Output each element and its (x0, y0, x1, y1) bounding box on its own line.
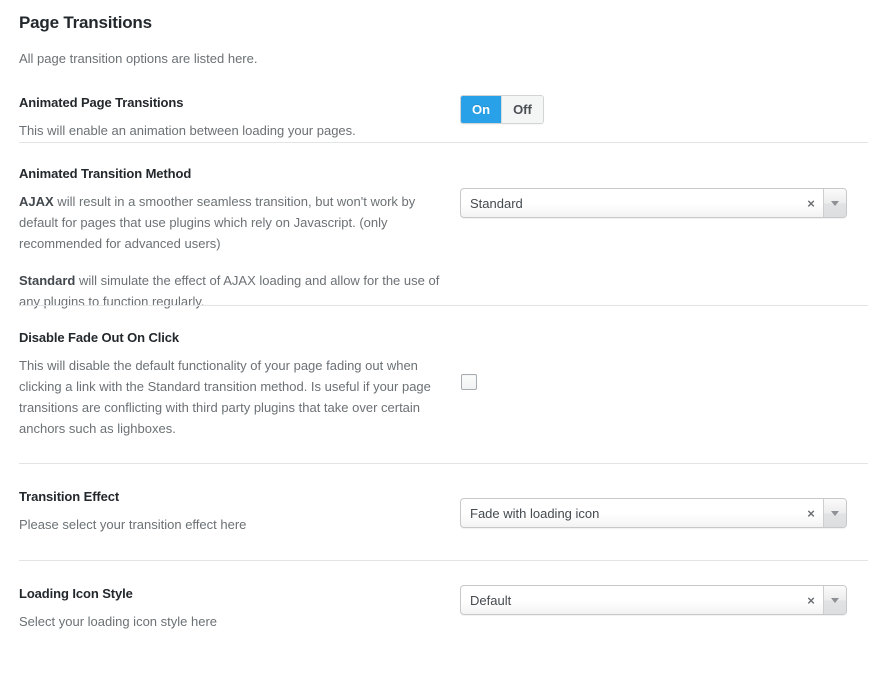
ajax-term: AJAX (19, 194, 54, 209)
animated-page-transitions-toggle[interactable]: On Off (460, 95, 544, 124)
setting-title-disable-fade-out-on-click: Disable Fade Out On Click (19, 330, 180, 345)
clear-icon[interactable]: × (799, 189, 823, 217)
chevron-down-glyph (831, 200, 839, 206)
animated-transition-method-value: Standard (470, 195, 523, 211)
setting-label-column: Transition Effect Please select your tra… (19, 488, 459, 535)
animated-transition-method-select[interactable]: Standard × (460, 188, 847, 218)
setting-row-animated-transition-method: Animated Transition Method AJAX will res… (0, 142, 877, 309)
ajax-description: will result in a smoother seamless trans… (19, 194, 416, 251)
settings-panel: Page Transitions All page transition opt… (0, 0, 877, 676)
standard-term: Standard (19, 273, 76, 288)
clear-icon[interactable]: × (799, 499, 823, 527)
setting-label-column: Animated Page Transitions This will enab… (19, 94, 459, 141)
setting-description-loading-icon-style: Select your loading icon style here (19, 614, 218, 629)
chevron-down-icon[interactable] (823, 586, 846, 614)
setting-description-ajax: AJAX will result in a smoother seamless … (19, 191, 445, 254)
setting-title-loading-icon-style: Loading Icon Style (19, 586, 133, 601)
setting-row-transition-effect: Transition Effect Please select your tra… (0, 463, 877, 560)
chevron-down-glyph (831, 510, 839, 516)
toggle-option-on[interactable]: On (461, 96, 502, 123)
setting-control-column (459, 329, 858, 390)
toggle-option-off[interactable]: Off (501, 96, 543, 123)
setting-title-animated-transition-method: Animated Transition Method (19, 166, 192, 181)
setting-description-transition-effect: Please select your transition effect her… (19, 517, 247, 532)
clear-icon[interactable]: × (799, 586, 823, 614)
disable-fade-out-checkbox[interactable] (461, 374, 477, 390)
standard-description: will simulate the effect of AJAX loading… (19, 273, 440, 309)
setting-title-animated-page-transitions: Animated Page Transitions (19, 95, 184, 110)
chevron-down-icon[interactable] (823, 189, 846, 217)
chevron-down-icon[interactable] (823, 499, 846, 527)
setting-control-column: Default × (459, 585, 858, 615)
setting-title-transition-effect: Transition Effect (19, 489, 120, 504)
setting-label-column: Disable Fade Out On Click This will disa… (19, 329, 459, 439)
setting-row-animated-page-transitions: Animated Page Transitions This will enab… (0, 68, 877, 142)
setting-description-animated-page-transitions: This will enable an animation between lo… (19, 123, 356, 138)
setting-description-disable-fade-out-on-click: This will disable the default functional… (19, 358, 431, 436)
setting-control-column: Standard × (459, 165, 858, 218)
setting-row-disable-fade-out-on-click: Disable Fade Out On Click This will disa… (0, 305, 877, 463)
transition-effect-select[interactable]: Fade with loading icon × (460, 498, 847, 528)
loading-icon-style-value: Default (470, 592, 512, 608)
loading-icon-style-select[interactable]: Default × (460, 585, 847, 615)
setting-control-column: On Off (459, 94, 858, 124)
setting-row-loading-icon-style: Loading Icon Style Select your loading i… (0, 560, 877, 629)
setting-label-column: Animated Transition Method AJAX will res… (19, 165, 459, 312)
setting-label-column: Loading Icon Style Select your loading i… (19, 585, 459, 632)
transition-effect-value: Fade with loading icon (470, 505, 600, 521)
page-subtitle: All page transition options are listed h… (19, 51, 258, 66)
page-header: Page Transitions All page transition opt… (0, 0, 877, 68)
chevron-down-glyph (831, 597, 839, 603)
page-title: Page Transitions (19, 13, 152, 32)
setting-control-column: Fade with loading icon × (459, 488, 858, 528)
